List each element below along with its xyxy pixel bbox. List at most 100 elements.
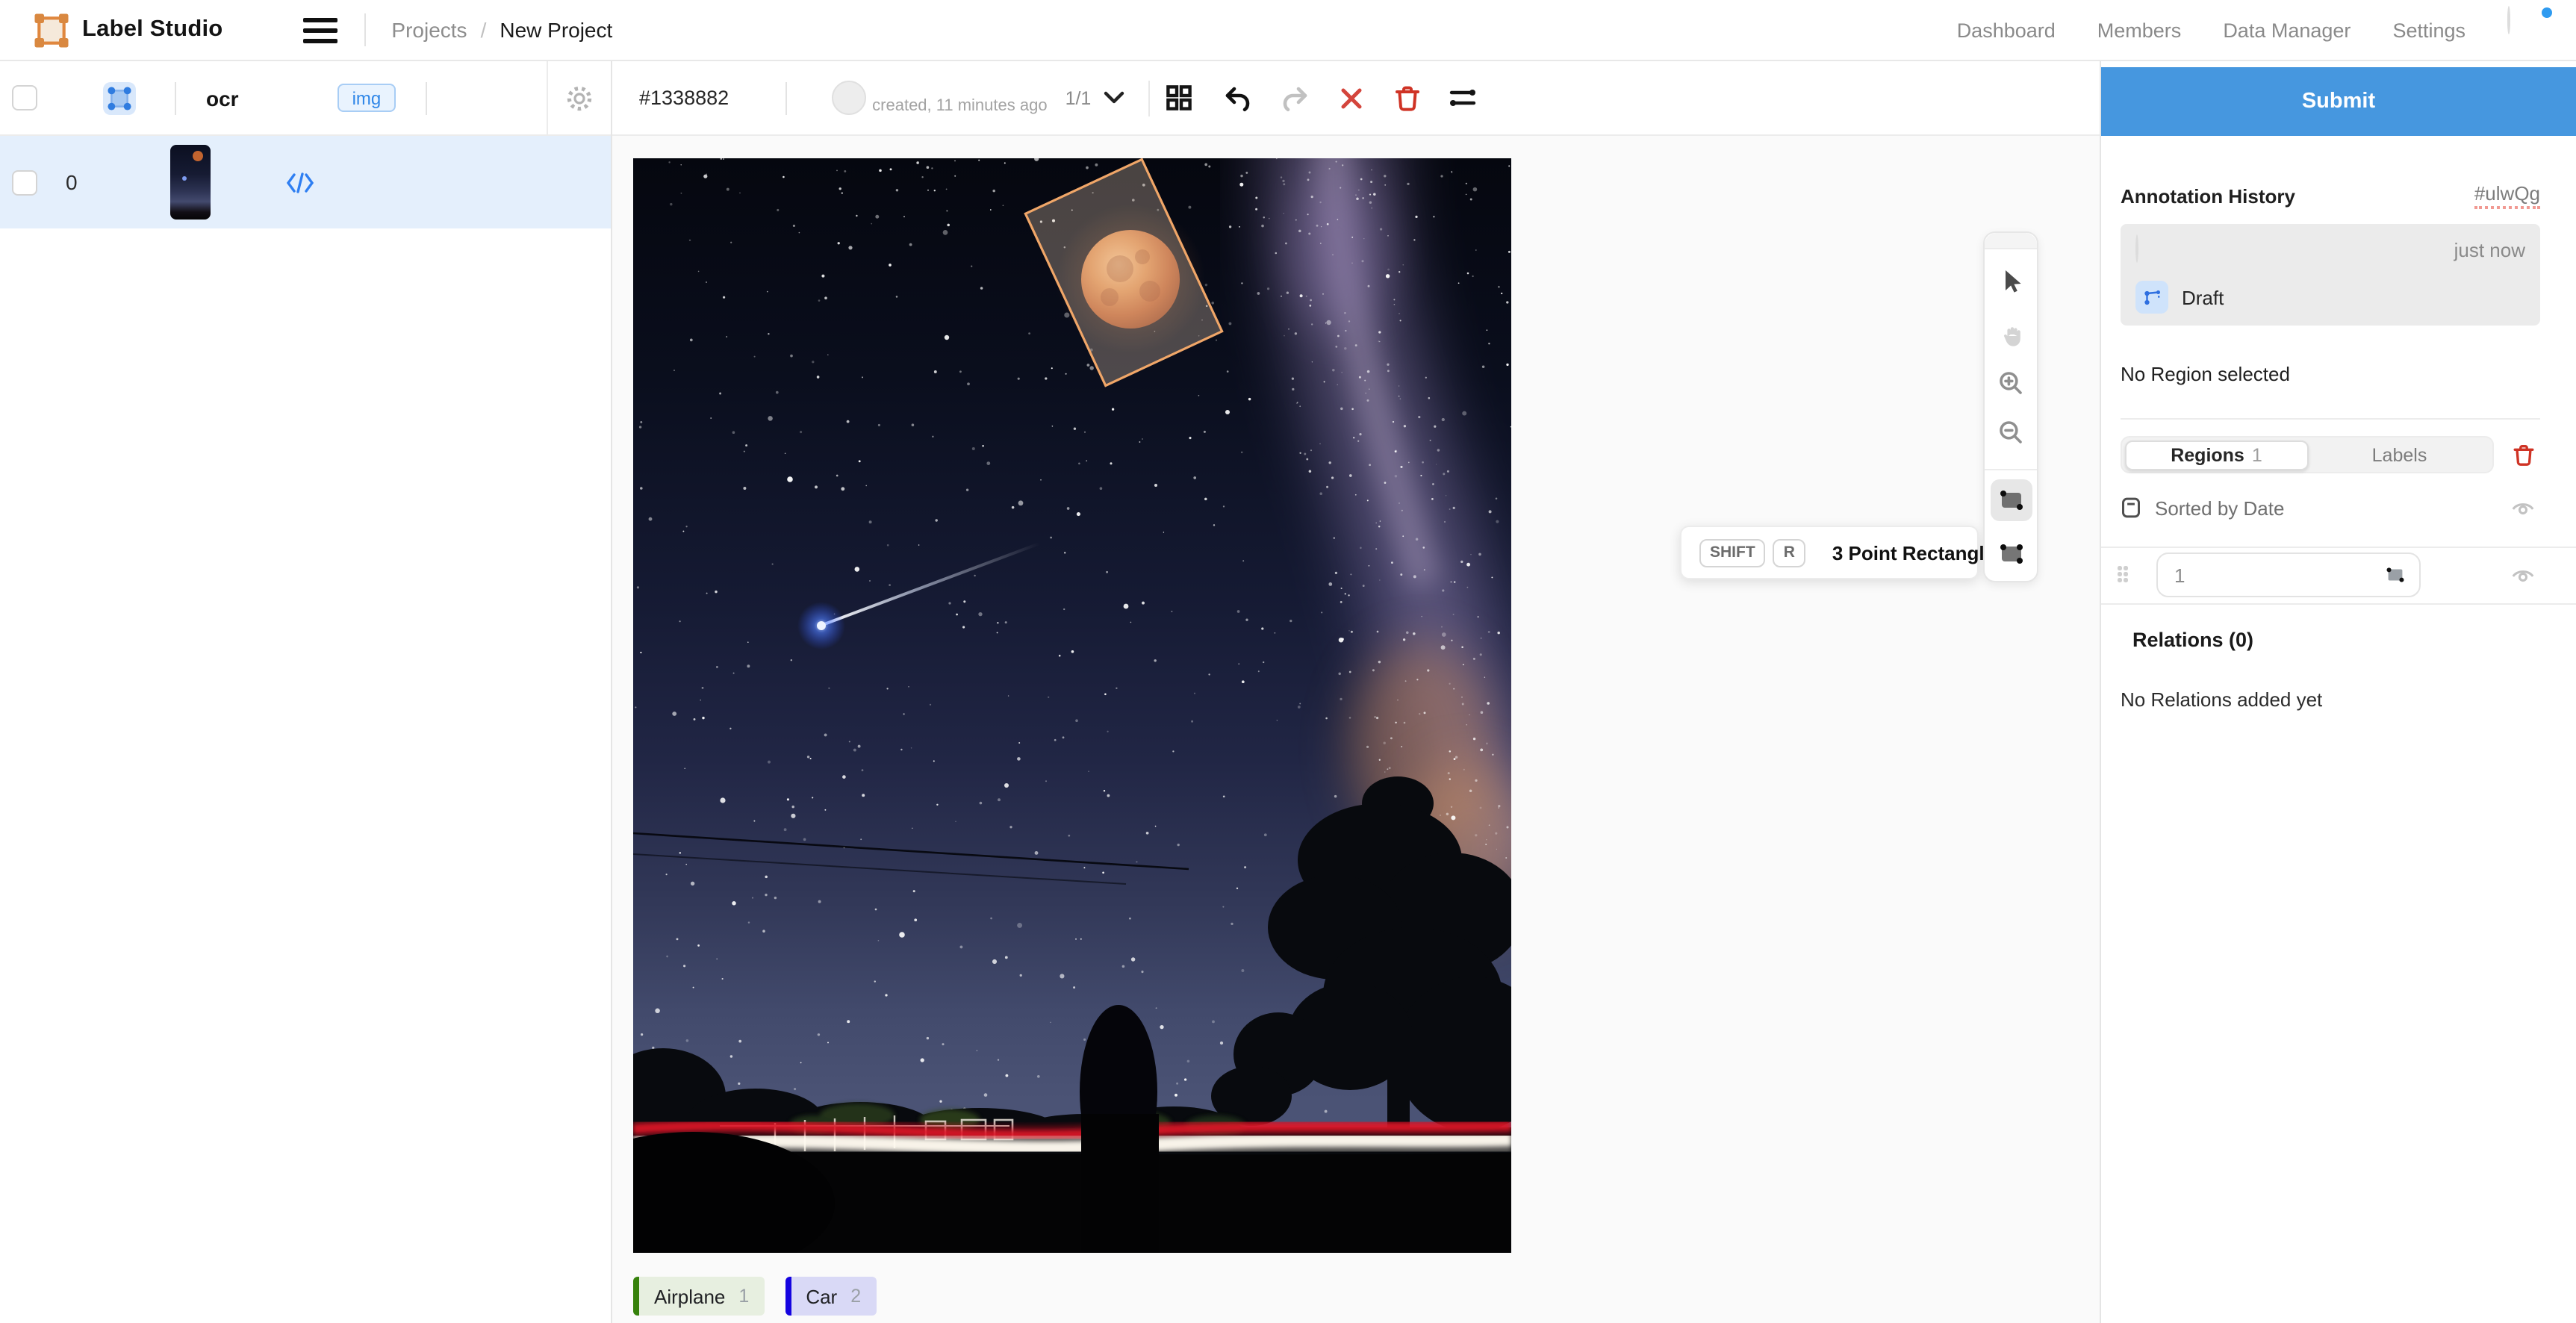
task-thumbnail[interactable] — [170, 145, 211, 220]
code-icon[interactable] — [285, 171, 315, 193]
toolbar-divider — [1148, 80, 1149, 116]
trash-icon[interactable] — [1393, 84, 1421, 112]
rect-tool-button[interactable] — [1991, 479, 2032, 521]
region-list-item[interactable]: 1 — [2118, 552, 2536, 597]
nav-divider — [364, 13, 366, 46]
task-image[interactable] — [633, 158, 1511, 1253]
rect-3point-tool-button[interactable] — [1991, 533, 2032, 575]
nav-link-dashboard[interactable]: Dashboard — [1957, 19, 2056, 41]
header-divider — [426, 81, 427, 114]
thumb-moon — [193, 151, 203, 161]
draft-icon — [2135, 281, 2168, 314]
brand-title: Label Studio — [82, 16, 223, 43]
palette-separator — [1985, 469, 2037, 470]
zoom-in-icon[interactable] — [1985, 370, 2037, 396]
history-item-draft[interactable]: just now Draft — [2121, 224, 2540, 326]
label-pills: Airplane 1 Car 2 — [633, 1277, 876, 1316]
nav-links: Dashboard Members Data Manager Settings — [1957, 7, 2555, 52]
gear-icon[interactable] — [564, 83, 594, 113]
task-list-header: ocr img — [0, 61, 611, 136]
bbox-column-icon[interactable] — [103, 81, 136, 114]
created-timestamp: created, 11 minutes ago — [872, 96, 1047, 114]
label-studio-logo-icon — [33, 11, 70, 49]
region-number: 1 — [2174, 564, 2185, 586]
no-region-text: No Region selected — [2121, 363, 2290, 385]
annotation-workspace: #1338882 created, 11 minutes ago 1/1 — [612, 61, 2100, 1323]
relations-empty-text: No Relations added yet — [2121, 688, 2322, 711]
label-airplane[interactable]: Airplane 1 — [633, 1277, 764, 1316]
label-color-bar — [633, 1277, 639, 1316]
menu-icon[interactable] — [303, 17, 337, 43]
top-nav: Label Studio Projects / New Project Dash… — [0, 0, 2576, 61]
nav-link-members[interactable]: Members — [2097, 19, 2182, 41]
grid-view-icon[interactable] — [1164, 84, 1192, 112]
annotation-id-link[interactable]: #ulwQg — [2474, 182, 2540, 209]
palette-drag-handle[interactable] — [1985, 233, 2037, 249]
r-keycap: R — [1773, 538, 1805, 567]
history-time: just now — [2454, 239, 2525, 261]
img-type-badge[interactable]: img — [337, 84, 396, 112]
tool-palette — [1983, 231, 2038, 582]
label-name: Airplane — [654, 1285, 725, 1307]
tool-tooltip: SHIFT R 3 Point Rectangle — [1680, 526, 1979, 579]
header-divider — [175, 81, 176, 114]
nav-link-data-manager[interactable]: Data Manager — [2223, 19, 2351, 41]
submit-button[interactable]: Submit — [2101, 67, 2576, 136]
task-list-panel: ocr img 0 — [0, 61, 612, 1323]
undo-icon[interactable] — [1221, 83, 1251, 113]
tab-regions-label: Regions — [2171, 444, 2244, 465]
label-car[interactable]: Car 2 — [785, 1277, 876, 1316]
breadcrumb-projects[interactable]: Projects — [391, 18, 467, 42]
annotation-sidebar: Submit Annotation History #ulwQg just no… — [2100, 61, 2576, 1323]
zoom-out-icon[interactable] — [1985, 420, 2037, 445]
relations-title: Relations (0) — [2132, 629, 2253, 651]
label-hotkey: 2 — [850, 1286, 861, 1307]
drag-handle-icon[interactable] — [2118, 566, 2129, 584]
history-header: Annotation History #ulwQg — [2121, 182, 2540, 209]
history-title: Annotation History — [2121, 184, 2295, 207]
breadcrumb-current: New Project — [500, 18, 612, 42]
sorted-icon[interactable] — [2121, 496, 2141, 520]
annotator-avatar[interactable] — [832, 81, 866, 115]
user-avatar[interactable] — [2507, 7, 2552, 52]
image-canvas-area: Airplane 1 Car 2 SHIFT R 3 Point Rectang… — [612, 136, 2100, 1323]
eye-icon[interactable] — [2510, 564, 2536, 585]
label-name: Car — [806, 1285, 837, 1307]
select-all-checkbox[interactable] — [12, 85, 37, 110]
task-row-selected[interactable]: 0 — [0, 136, 611, 228]
column-label-ocr[interactable]: ocr — [206, 86, 239, 110]
label-color-bar — [785, 1277, 791, 1316]
task-index: 0 — [66, 170, 84, 194]
divider — [2101, 603, 2576, 605]
divider — [2101, 547, 2576, 548]
reject-close-icon[interactable] — [1337, 84, 1364, 111]
region-sort-row: Sorted by Date — [2121, 496, 2536, 520]
divider — [2121, 418, 2540, 420]
cursor-tool-icon[interactable] — [1985, 267, 2037, 294]
tooltip-label: 3 Point Rectangle — [1832, 541, 1995, 564]
rect-region-icon — [2383, 563, 2407, 587]
delete-regions-trash-icon[interactable] — [2512, 442, 2536, 467]
nav-link-settings[interactable]: Settings — [2392, 19, 2465, 41]
avatar — [2507, 6, 2510, 34]
task-toolbar: #1338882 created, 11 minutes ago 1/1 — [612, 61, 2100, 136]
chevron-down-icon[interactable] — [1103, 91, 1124, 105]
tab-regions[interactable]: Regions 1 — [2124, 440, 2309, 470]
task-id: #1338882 — [639, 87, 729, 109]
toolbar-divider — [785, 81, 787, 114]
swap-views-icon[interactable] — [1446, 84, 1478, 112]
sorted-by-label[interactable]: Sorted by Date — [2155, 496, 2284, 519]
thumb-meteor — [182, 176, 187, 181]
annotation-pager: 1/1 — [1065, 87, 1092, 108]
avatar — [2135, 234, 2138, 263]
label-hotkey: 1 — [738, 1286, 749, 1307]
tab-labels-label: Labels — [2372, 444, 2427, 465]
history-status: Draft — [2182, 286, 2224, 308]
tab-regions-count: 1 — [2252, 444, 2262, 465]
tab-labels[interactable]: Labels — [2309, 440, 2490, 470]
task-checkbox[interactable] — [12, 169, 37, 195]
redo-icon[interactable] — [1281, 83, 1310, 113]
eye-icon[interactable] — [2510, 497, 2536, 518]
region-item-box[interactable]: 1 — [2156, 552, 2421, 597]
hand-tool-icon[interactable] — [1985, 323, 2037, 349]
